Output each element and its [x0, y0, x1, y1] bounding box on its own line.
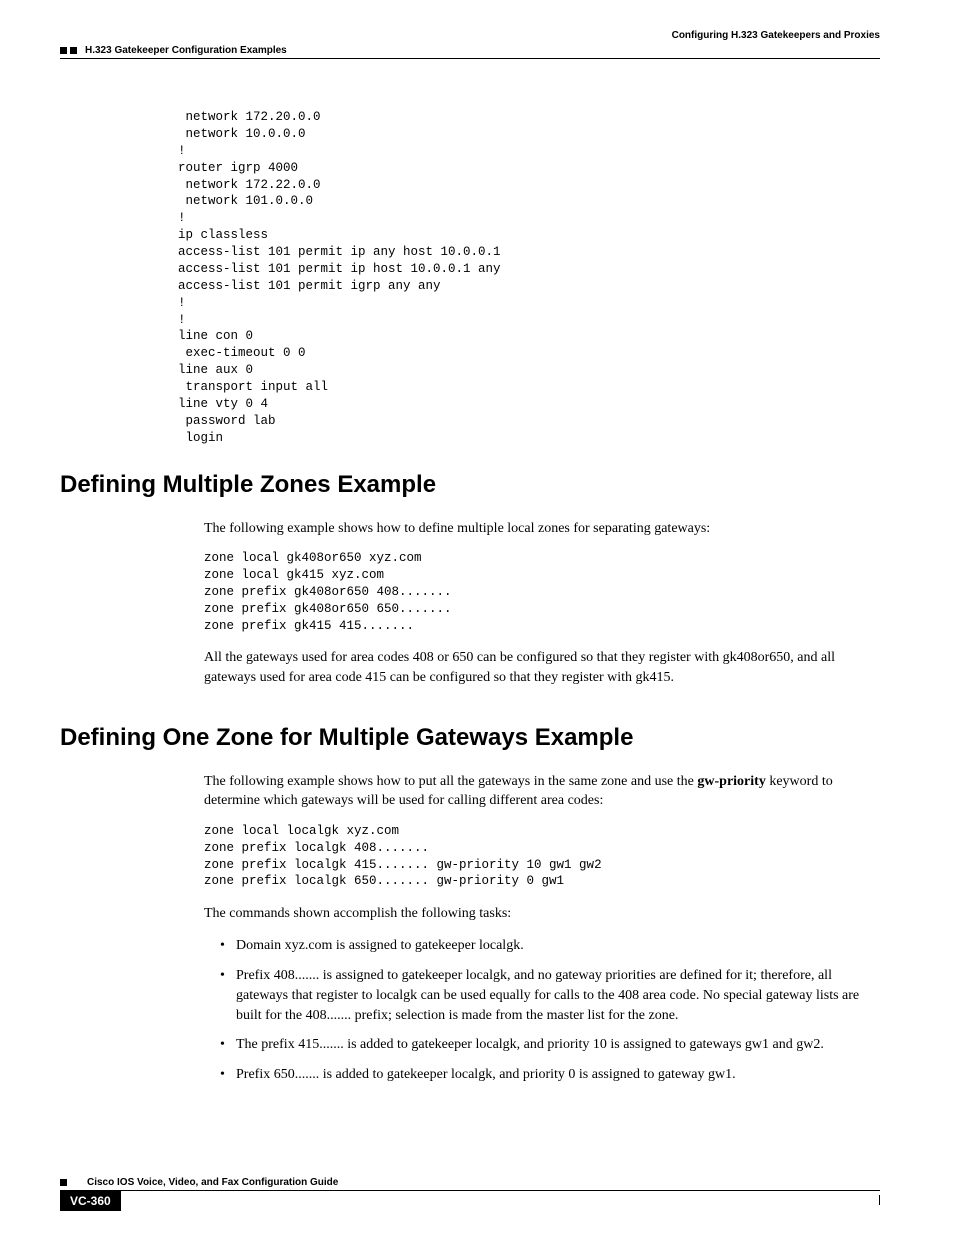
list-item: Prefix 408....... is assigned to gatekee… — [220, 966, 876, 1026]
page-footer: Cisco IOS Voice, Video, and Fax Configur… — [60, 1177, 880, 1211]
code-block-1: network 172.20.0.0 network 10.0.0.0 ! ro… — [178, 109, 880, 447]
list-item: Prefix 650....... is added to gatekeeper… — [220, 1065, 876, 1085]
footer-rule — [60, 1190, 880, 1191]
list-item: The prefix 415....... is added to gateke… — [220, 1035, 876, 1055]
bullet-list: Domain xyz.com is assigned to gatekeeper… — [220, 936, 876, 1085]
header-rule — [60, 58, 880, 59]
section-heading-one-zone: Defining One Zone for Multiple Gateways … — [60, 724, 880, 752]
section1-para1: The following example shows how to defin… — [204, 519, 876, 539]
section-title: H.323 Gatekeeper Configuration Examples — [85, 45, 287, 56]
section1-para2: All the gateways used for area codes 408… — [204, 648, 876, 687]
para1-pre: The following example shows how to put a… — [204, 774, 697, 789]
section-header-row: H.323 Gatekeeper Configuration Examples — [60, 45, 880, 56]
section2-para2: The commands shown accomplish the follow… — [204, 904, 876, 924]
section2-para1: The following example shows how to put a… — [204, 772, 876, 811]
footer-decoration — [60, 1179, 67, 1186]
section2-code: zone local localgk xyz.com zone prefix l… — [204, 823, 880, 891]
section1-code: zone local gk408or650 xyz.com zone local… — [204, 550, 880, 634]
list-item: Domain xyz.com is assigned to gatekeeper… — [220, 936, 876, 956]
section-heading-multiple-zones: Defining Multiple Zones Example — [60, 471, 880, 499]
book-title: Cisco IOS Voice, Video, and Fax Configur… — [87, 1177, 338, 1188]
header-decoration — [60, 47, 77, 54]
crop-mark — [879, 1195, 880, 1205]
page-number: VC-360 — [60, 1191, 121, 1211]
para1-bold: gw-priority — [697, 774, 765, 789]
chapter-title: Configuring H.323 Gatekeepers and Proxie… — [60, 30, 880, 41]
